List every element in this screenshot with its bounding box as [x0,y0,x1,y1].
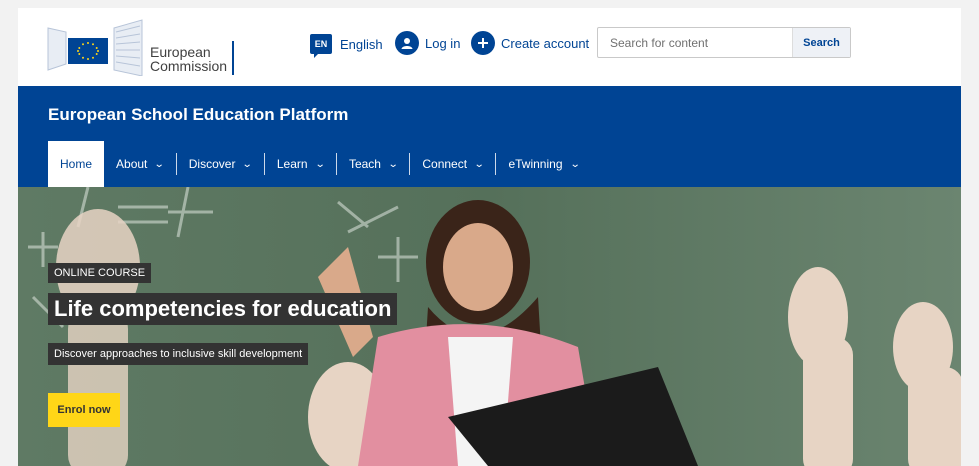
nav-item-etwinning[interactable]: eTwinning ⌄ [496,141,590,187]
hero-subtitle: Discover approaches to inclusive skill d… [48,343,309,365]
enrol-now-button[interactable]: Enrol now [48,393,120,427]
create-account-link[interactable]: Create account [471,31,589,55]
plus-icon [471,31,495,55]
nav-item-label: Connect [422,157,468,171]
logo-text-line1: European [150,44,211,60]
chevron-down-icon: ⌄ [314,158,326,170]
top-header: European Commission EN English Log in Cr… [18,8,961,86]
search-input[interactable] [598,28,792,57]
page-frame: European Commission EN English Log in Cr… [18,8,961,466]
nav-item-label: About [116,157,148,171]
nav-item-home[interactable]: Home [48,141,105,187]
nav-item-teach[interactable]: Teach ⌄ [337,141,409,187]
nav-item-label: Discover [188,157,236,171]
logo-divider [232,41,234,75]
chevron-down-icon: ⌄ [387,158,399,170]
european-commission-logo[interactable]: European Commission [46,18,236,76]
site-header-band: European School Education Platform Home … [18,86,961,187]
nav-item-label: Teach [348,157,381,171]
logo-text-line2: Commission [150,58,228,74]
login-label: Log in [425,35,461,51]
language-code-badge: EN [310,34,332,58]
login-link[interactable]: Log in [395,31,460,55]
chevron-down-icon: ⌄ [473,158,485,170]
language-label: English [340,36,383,52]
nav-item-about[interactable]: About ⌄ [104,141,176,187]
nav-item-label: Home [60,157,93,171]
chevron-down-icon: ⌄ [242,158,254,170]
main-nav: Home About ⌄ Discover ⌄ Learn ⌄ Teach ⌄ [48,141,591,187]
hero-headline: Life competencies for education [48,293,398,325]
nav-item-label: Learn [276,157,308,171]
hero-banner: ONLINE COURSE Life competencies for educ… [18,187,961,466]
create-account-label: Create account [501,35,590,51]
search-box: Search [597,27,851,58]
hero-photo [18,187,961,466]
chevron-down-icon: ⌄ [569,158,581,170]
site-title[interactable]: European School Education Platform [48,105,348,125]
nav-item-connect[interactable]: Connect ⌄ [410,141,495,187]
nav-item-label: eTwinning [508,157,563,171]
eu-flag-icon [68,38,108,64]
nav-item-discover[interactable]: Discover ⌄ [177,141,264,187]
nav-item-learn[interactable]: Learn ⌄ [265,141,336,187]
language-selector[interactable]: EN English [310,32,383,58]
chevron-down-icon: ⌄ [154,158,166,170]
user-icon [395,31,419,55]
search-button[interactable]: Search [792,28,850,57]
logo-text: European Commission [150,45,227,73]
course-type-tag: ONLINE COURSE [48,263,152,283]
